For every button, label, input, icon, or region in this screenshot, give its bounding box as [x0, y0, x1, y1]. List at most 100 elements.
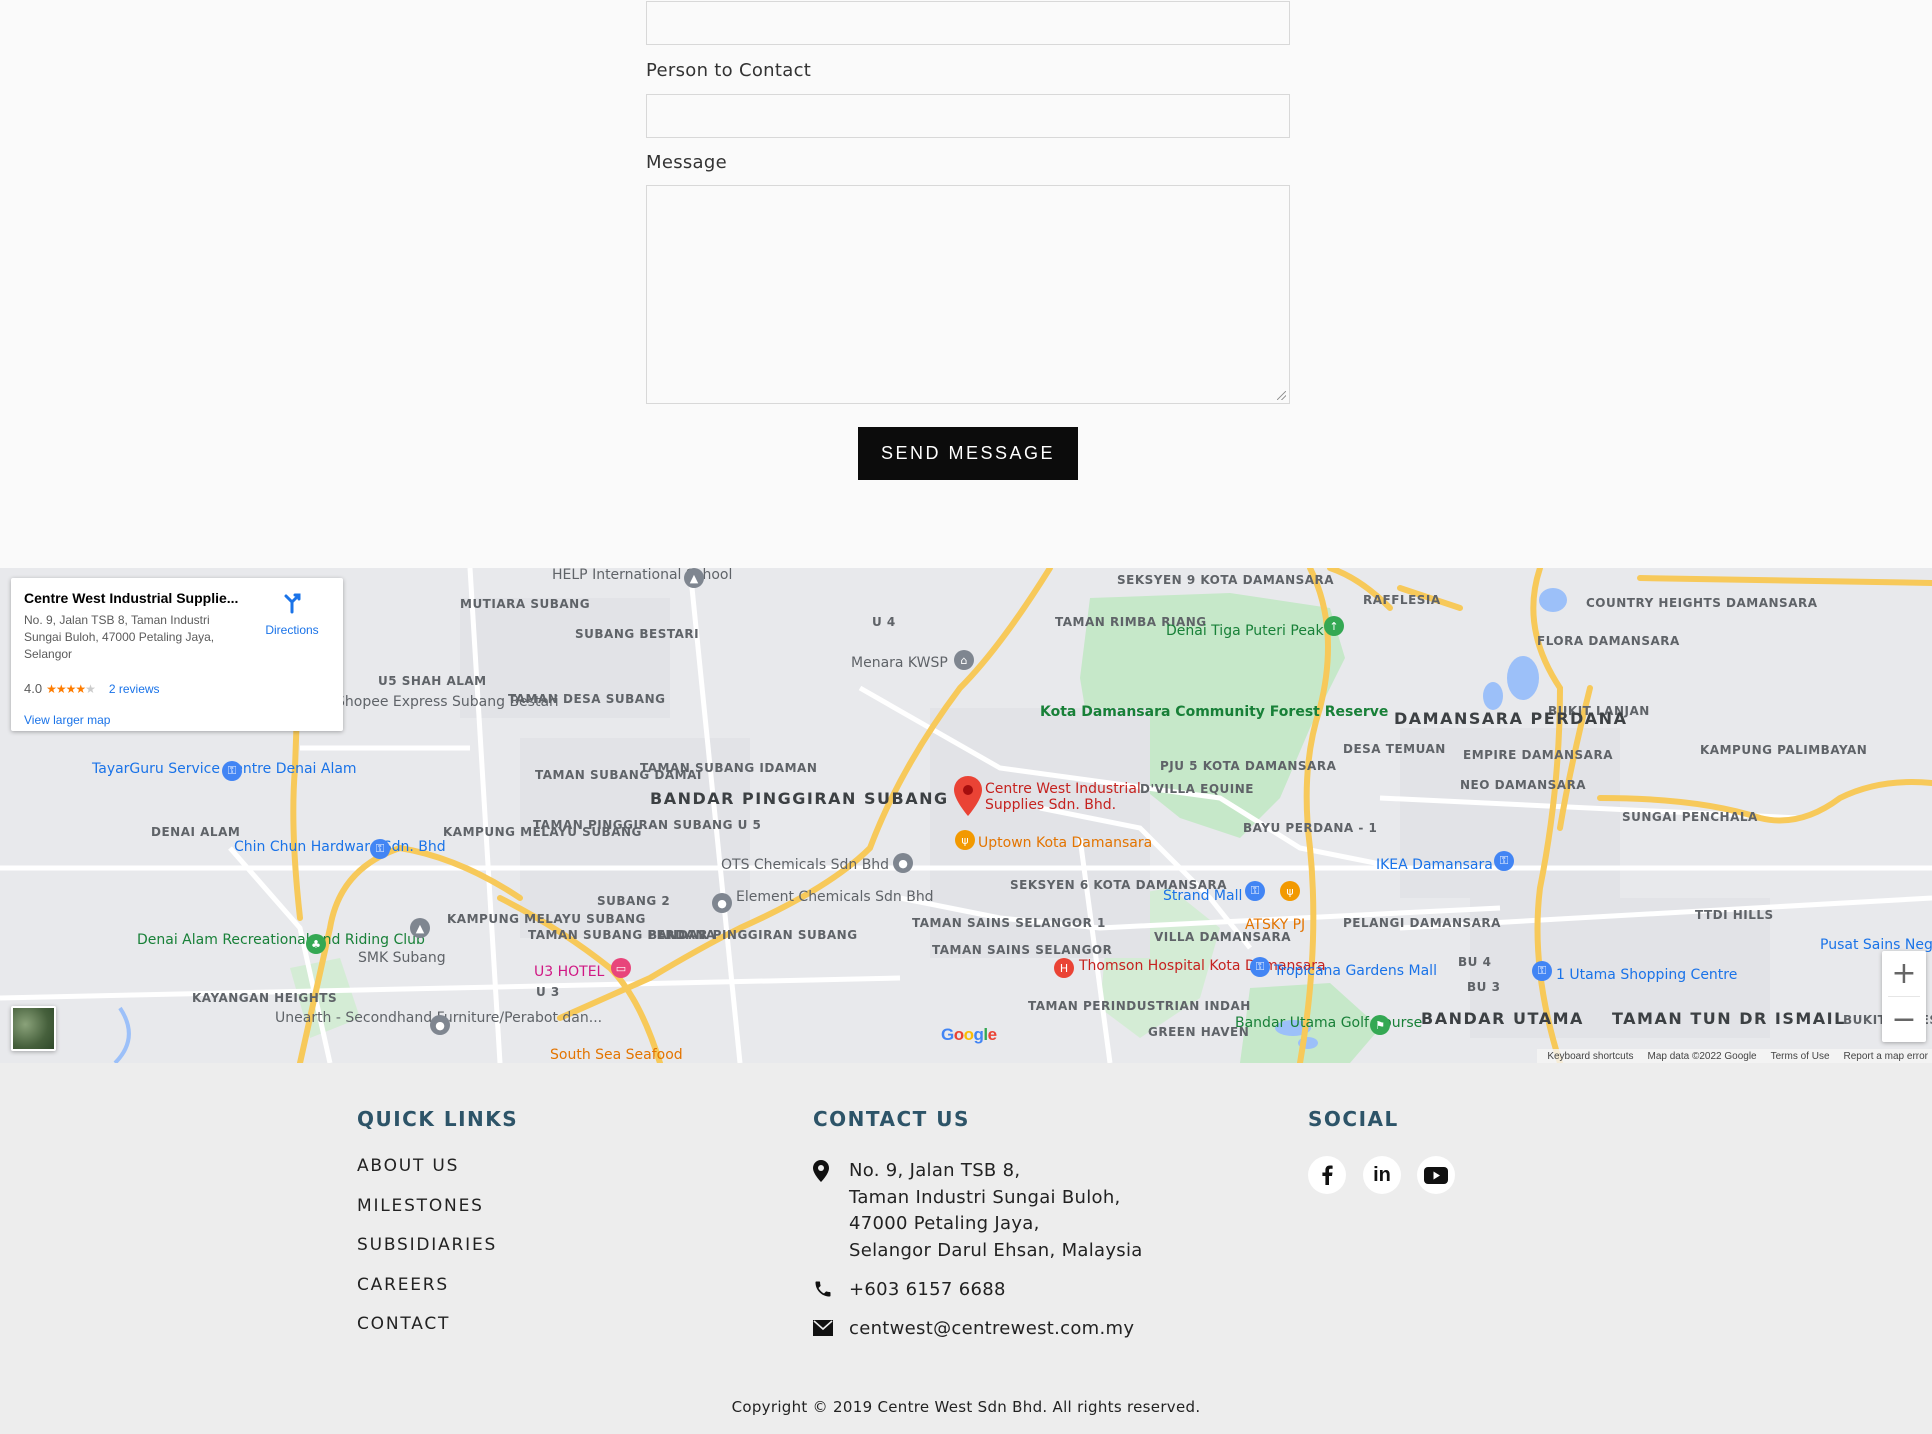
- google-logo: Google: [941, 1025, 997, 1044]
- map-area-label: RAFFLESIA: [1363, 593, 1441, 607]
- message-textarea[interactable]: [646, 185, 1290, 404]
- map-poi[interactable]: Menara KWSP: [851, 656, 948, 671]
- map-area-label: BANDAR PINGGIRAN SUBANG: [648, 928, 858, 942]
- contact-email: centwest@centrewest.com.my: [813, 1316, 1134, 1343]
- location-pin-icon[interactable]: [954, 776, 982, 816]
- phone-number[interactable]: +603 6157 6688: [849, 1277, 1006, 1304]
- map-area-label: PELANGI DAMANSARA: [1343, 916, 1501, 930]
- address-line: 47000 Petaling Jaya,: [849, 1213, 1040, 1234]
- map-poi[interactable]: Kota Damansara Community Forest Reserve: [1040, 705, 1388, 720]
- footer-link-subsidiaries[interactable]: SUBSIDIARIES: [357, 1235, 497, 1255]
- map-area-label: D'VILLA EQUINE: [1140, 782, 1254, 796]
- quick-links-heading: QUICK LINKS: [357, 1107, 519, 1131]
- footer-link-careers[interactable]: CAREERS: [357, 1275, 449, 1295]
- linkedin-icon[interactable]: in: [1363, 1156, 1401, 1194]
- map-poi[interactable]: Denai Tiga Puteri Peak: [1166, 624, 1324, 639]
- footer-link-about-us[interactable]: ABOUT US: [357, 1156, 459, 1176]
- shop-icon: ⚿: [222, 761, 242, 781]
- place-icon: ●: [893, 853, 913, 873]
- contact-phone: +603 6157 6688: [813, 1277, 1006, 1304]
- send-message-button[interactable]: SEND MESSAGE: [858, 427, 1078, 480]
- map-poi[interactable]: U3 HOTEL: [534, 965, 604, 980]
- map-district-label: DAMANSARA PERDANA: [1394, 709, 1628, 728]
- shop-icon: ⚿: [1494, 851, 1514, 871]
- hotel-icon: ▭: [611, 958, 631, 978]
- address-text: No. 9, Jalan TSB 8, Taman Industri Sunga…: [849, 1158, 1143, 1264]
- map-area-label: SUBANG 2: [597, 894, 671, 908]
- map-place-title: Centre West Industrial Supplie...: [24, 590, 239, 606]
- directions-button[interactable]: Directions: [257, 590, 327, 637]
- location-pin-label[interactable]: Centre West Industrial Supplies Sdn. Bhd…: [985, 781, 1155, 813]
- map-area-label: SUBANG BESTARI: [575, 627, 700, 641]
- contact-us-heading: CONTACT US: [813, 1107, 970, 1131]
- previous-field-input[interactable]: [646, 1, 1290, 45]
- map-poi[interactable]: IKEA Damansara: [1376, 858, 1493, 873]
- terms-of-use-link[interactable]: Terms of Use: [1771, 1051, 1830, 1062]
- footer-link-contact[interactable]: CONTACT: [357, 1314, 450, 1334]
- map-attribution-bar: Keyboard shortcuts Map data ©2022 Google…: [1537, 1049, 1932, 1063]
- address-line: Selangor Darul Ehsan, Malaysia: [849, 1239, 1143, 1261]
- map-poi[interactable]: ATSKY PJ: [1245, 918, 1305, 933]
- map-poi[interactable]: 1 Utama Shopping Centre: [1556, 968, 1737, 983]
- map-area-label: U5 SHAH ALAM: [378, 674, 487, 688]
- view-larger-map-link[interactable]: View larger map: [24, 713, 110, 727]
- address-line: No. 9, Jalan TSB 8,: [849, 1160, 1021, 1181]
- map-area-label: MUTIARA SUBANG: [460, 597, 591, 611]
- map-area-label: TAMAN PERINDUSTRIAN INDAH: [1028, 999, 1251, 1013]
- map-poi[interactable]: Denai Alam Recreational and Riding Club: [137, 933, 425, 948]
- map-poi[interactable]: Shopee Express Subang Bestari: [336, 695, 559, 710]
- map-area-label: SUNGAI PENCHALA: [1622, 810, 1758, 824]
- map-poi[interactable]: Element Chemicals Sdn Bhd: [736, 890, 934, 905]
- youtube-icon[interactable]: [1417, 1156, 1455, 1194]
- person-to-contact-input[interactable]: [646, 94, 1290, 138]
- map-area-label: U 3: [536, 985, 560, 999]
- park-icon: ♣: [306, 934, 326, 954]
- building-icon: ⌂: [954, 650, 974, 670]
- rating-value: 4.0: [24, 681, 43, 696]
- map-data-text: Map data ©2022 Google: [1647, 1050, 1757, 1062]
- embedded-map[interactable]: MUTIARA SUBANG SUBANG BESTARI U5 SHAH AL…: [0, 568, 1932, 1063]
- map-area-label: BAYU PERDANA - 1: [1243, 821, 1378, 835]
- site-footer: QUICK LINKS ABOUT US MILESTONES SUBSIDIA…: [0, 1063, 1932, 1434]
- map-area-label: EMPIRE DAMANSARA: [1463, 748, 1613, 762]
- email-address[interactable]: centwest@centrewest.com.my: [849, 1316, 1134, 1343]
- map-rating: 4.0 ★★★★★ 2 reviews: [24, 681, 160, 696]
- map-area-label: KAMPUNG PALIMBAYAN: [1700, 743, 1868, 757]
- zoom-out-button[interactable]: −: [1882, 997, 1926, 1042]
- map-district-label: BANDAR UTAMA: [1421, 1009, 1584, 1028]
- contact-address: No. 9, Jalan TSB 8, Taman Industri Sunga…: [813, 1158, 1143, 1264]
- restaurant-icon: ψ: [955, 830, 975, 850]
- map-area-label: TAMAN SAINS SELANGOR 1: [912, 916, 1106, 930]
- map-poi[interactable]: South Sea Seafood: [550, 1048, 683, 1063]
- map-poi[interactable]: OTS Chemicals Sdn Bhd: [721, 858, 889, 873]
- message-label: Message: [646, 152, 727, 173]
- shop-icon: ⚿: [1250, 957, 1270, 977]
- map-poi[interactable]: Tropicana Gardens Mall: [1274, 964, 1437, 979]
- place-icon: ●: [430, 1015, 450, 1035]
- facebook-icon[interactable]: [1308, 1156, 1346, 1194]
- phone-icon: [813, 1277, 849, 1304]
- zoom-in-button[interactable]: +: [1882, 951, 1926, 996]
- place-icon: ●: [712, 893, 732, 913]
- map-poi[interactable]: Uptown Kota Damansara: [978, 836, 1152, 851]
- resize-handle-icon[interactable]: [1277, 391, 1286, 400]
- map-area-label: DESA TEMUAN: [1343, 742, 1446, 756]
- map-poi[interactable]: Strand Mall: [1163, 889, 1242, 904]
- map-poi[interactable]: SMK Subang: [358, 951, 446, 966]
- map-area-label: KAYANGAN HEIGHTS: [192, 991, 338, 1005]
- map-poi[interactable]: Chin Chun Hardware Sdn. Bhd: [234, 840, 446, 855]
- map-area-label: TAMAN SAINS SELANGOR: [932, 943, 1113, 957]
- reviews-link[interactable]: 2 reviews: [109, 682, 160, 696]
- satellite-toggle-button[interactable]: [11, 1006, 56, 1051]
- hiking-icon: ↑: [1324, 616, 1344, 636]
- footer-link-milestones[interactable]: MILESTONES: [357, 1196, 484, 1216]
- map-poi[interactable]: Bandar Utama Golf Course: [1235, 1016, 1422, 1031]
- email-icon: [813, 1316, 849, 1343]
- map-poi[interactable]: HELP International School: [552, 568, 732, 583]
- report-map-error-link[interactable]: Report a map error: [1844, 1051, 1928, 1062]
- school-icon: ▲: [410, 918, 430, 938]
- star-rating-icon: ★★★★★: [46, 681, 96, 696]
- hospital-icon: H: [1054, 958, 1074, 978]
- keyboard-shortcuts-link[interactable]: Keyboard shortcuts: [1547, 1051, 1633, 1062]
- map-area-label: DENAI ALAM: [151, 825, 241, 839]
